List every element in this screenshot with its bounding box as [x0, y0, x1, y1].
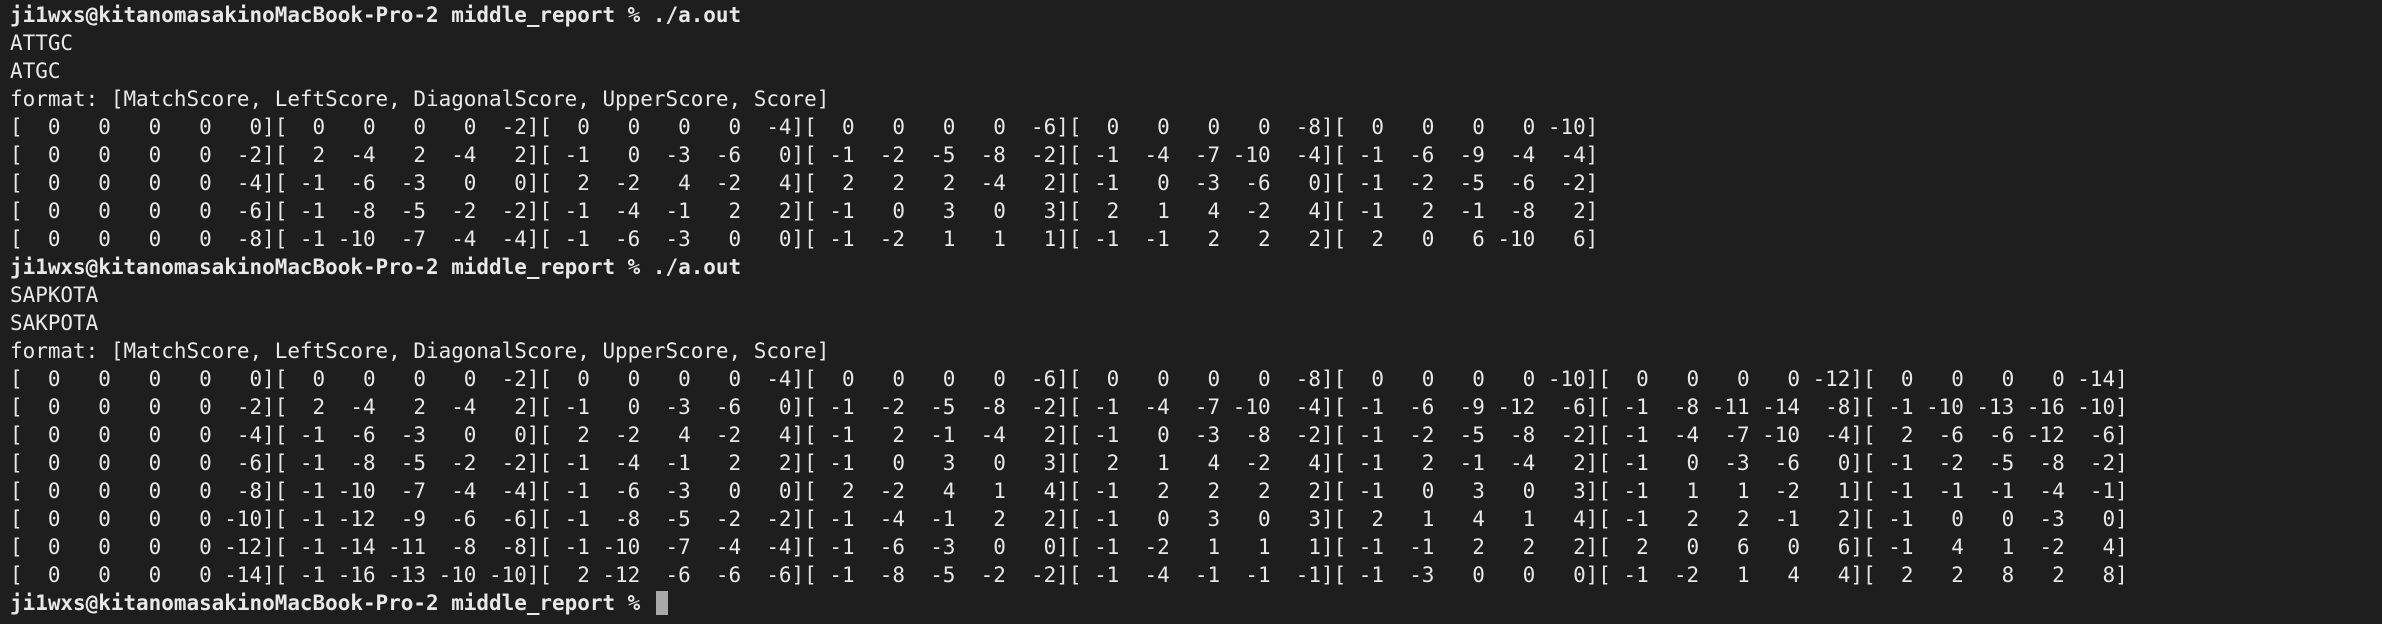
output-text: [ 0 0 0 0 -6][ -1 -8 -5 -2 -2][ -1 -4 -1…	[10, 451, 2128, 475]
output-text: format: [MatchScore, LeftScore, Diagonal…	[10, 339, 830, 363]
output-line: format: [MatchScore, LeftScore, Diagonal…	[10, 337, 2382, 365]
output-text: SAKPOTA	[10, 311, 99, 335]
output-line: SAKPOTA	[10, 309, 2382, 337]
output-line: ATTGC	[10, 29, 2382, 57]
output-line: [ 0 0 0 0 0][ 0 0 0 0 -2][ 0 0 0 0 -4][ …	[10, 113, 2382, 141]
output-line: [ 0 0 0 0 -6][ -1 -8 -5 -2 -2][ -1 -4 -1…	[10, 197, 2382, 225]
terminal-window[interactable]: ji1wxs@kitanomasakinoMacBook-Pro-2 middl…	[0, 0, 2382, 624]
output-text: [ 0 0 0 0 -12][ -1 -14 -11 -8 -8][ -1 -1…	[10, 535, 2128, 559]
output-line: [ 0 0 0 0 -2][ 2 -4 2 -4 2][ -1 0 -3 -6 …	[10, 141, 2382, 169]
output-line: ATGC	[10, 57, 2382, 85]
output-line: [ 0 0 0 0 0][ 0 0 0 0 -2][ 0 0 0 0 -4][ …	[10, 365, 2382, 393]
output-text: [ 0 0 0 0 0][ 0 0 0 0 -2][ 0 0 0 0 -4][ …	[10, 367, 2128, 391]
output-text: [ 0 0 0 0 -8][ -1 -10 -7 -4 -4][ -1 -6 -…	[10, 227, 1599, 251]
terminal-output: ji1wxs@kitanomasakinoMacBook-Pro-2 middl…	[10, 1, 2382, 617]
output-line: [ 0 0 0 0 -10][ -1 -12 -9 -6 -6][ -1 -8 …	[10, 505, 2382, 533]
output-line: [ 0 0 0 0 -2][ 2 -4 2 -4 2][ -1 0 -3 -6 …	[10, 393, 2382, 421]
output-line: [ 0 0 0 0 -6][ -1 -8 -5 -2 -2][ -1 -4 -1…	[10, 449, 2382, 477]
output-text: [ 0 0 0 0 -14][ -1 -16 -13 -10 -10][ 2 -…	[10, 563, 2128, 587]
output-text: [ 0 0 0 0 0][ 0 0 0 0 -2][ 0 0 0 0 -4][ …	[10, 115, 1599, 139]
output-text: [ 0 0 0 0 -6][ -1 -8 -5 -2 -2][ -1 -4 -1…	[10, 199, 1599, 223]
output-text: ATTGC	[10, 31, 74, 55]
output-text: [ 0 0 0 0 -10][ -1 -12 -9 -6 -6][ -1 -8 …	[10, 507, 2128, 531]
output-line: SAPKOTA	[10, 281, 2382, 309]
prompt-text: ji1wxs@kitanomasakinoMacBook-Pro-2 middl…	[10, 3, 742, 27]
output-text: format: [MatchScore, LeftScore, Diagonal…	[10, 87, 830, 111]
output-text: [ 0 0 0 0 -4][ -1 -6 -3 0 0][ 2 -2 4 -2 …	[10, 171, 1599, 195]
output-text: ATGC	[10, 59, 61, 83]
output-line: [ 0 0 0 0 -12][ -1 -14 -11 -8 -8][ -1 -1…	[10, 533, 2382, 561]
output-line: [ 0 0 0 0 -8][ -1 -10 -7 -4 -4][ -1 -6 -…	[10, 225, 2382, 253]
output-text: [ 0 0 0 0 -4][ -1 -6 -3 0 0][ 2 -2 4 -2 …	[10, 423, 2128, 447]
output-text: SAPKOTA	[10, 283, 99, 307]
prompt-line: ji1wxs@kitanomasakinoMacBook-Pro-2 middl…	[10, 589, 2382, 617]
output-line: [ 0 0 0 0 -8][ -1 -10 -7 -4 -4][ -1 -6 -…	[10, 477, 2382, 505]
prompt-line: ji1wxs@kitanomasakinoMacBook-Pro-2 middl…	[10, 253, 2382, 281]
output-line: format: [MatchScore, LeftScore, Diagonal…	[10, 85, 2382, 113]
output-text: [ 0 0 0 0 -8][ -1 -10 -7 -4 -4][ -1 -6 -…	[10, 479, 2128, 503]
output-line: [ 0 0 0 0 -4][ -1 -6 -3 0 0][ 2 -2 4 -2 …	[10, 169, 2382, 197]
output-line: [ 0 0 0 0 -4][ -1 -6 -3 0 0][ 2 -2 4 -2 …	[10, 421, 2382, 449]
prompt-text: ji1wxs@kitanomasakinoMacBook-Pro-2 middl…	[10, 591, 653, 615]
output-text: [ 0 0 0 0 -2][ 2 -4 2 -4 2][ -1 0 -3 -6 …	[10, 143, 1599, 167]
cursor-block[interactable]	[655, 591, 668, 615]
output-text: [ 0 0 0 0 -2][ 2 -4 2 -4 2][ -1 0 -3 -6 …	[10, 395, 2128, 419]
prompt-line: ji1wxs@kitanomasakinoMacBook-Pro-2 middl…	[10, 1, 2382, 29]
prompt-text: ji1wxs@kitanomasakinoMacBook-Pro-2 middl…	[10, 255, 742, 279]
output-line: [ 0 0 0 0 -14][ -1 -16 -13 -10 -10][ 2 -…	[10, 561, 2382, 589]
